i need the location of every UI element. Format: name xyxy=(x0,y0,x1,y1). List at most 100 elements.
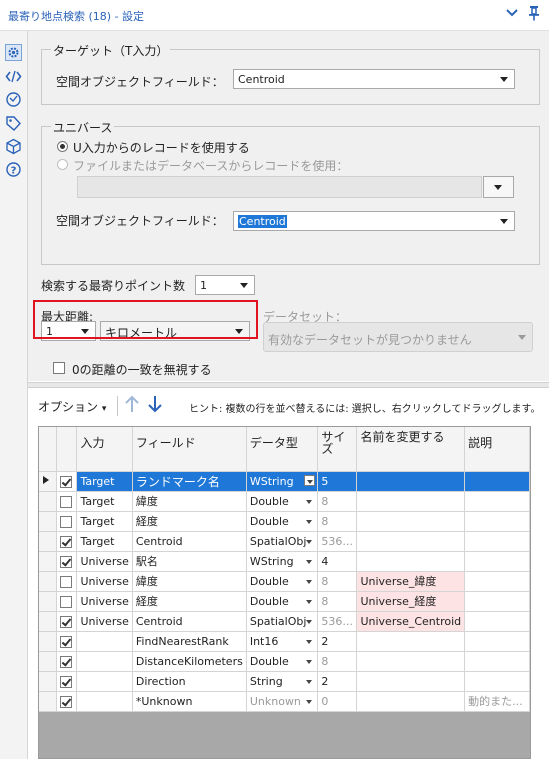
input-cell[interactable] xyxy=(76,691,133,712)
chevron-down-icon[interactable] xyxy=(304,556,315,567)
field-cell[interactable]: 緯度 xyxy=(132,571,247,592)
field-cell[interactable]: *Unknown xyxy=(132,691,247,712)
field-cell[interactable]: DistanceKilometers xyxy=(132,651,247,672)
type-cell[interactable]: Int16 xyxy=(246,631,319,652)
input-cell[interactable]: Universe xyxy=(76,551,133,572)
row-checkbox-cell[interactable] xyxy=(56,691,78,712)
row-indicator[interactable] xyxy=(39,591,57,612)
row-checkbox-cell[interactable] xyxy=(56,611,78,632)
gear-icon[interactable] xyxy=(5,44,22,61)
table-row[interactable]: *Unknown Unknown 0 動的また... xyxy=(39,691,530,712)
chevron-down-icon[interactable] xyxy=(505,6,519,20)
field-cell[interactable]: 経度 xyxy=(132,591,247,612)
row-checkbox[interactable] xyxy=(59,555,72,568)
file-browse-button[interactable] xyxy=(483,176,514,198)
input-cell[interactable]: Target xyxy=(76,511,133,532)
desc-cell[interactable] xyxy=(464,531,530,552)
type-cell[interactable]: Double xyxy=(246,511,319,532)
type-cell[interactable]: Double xyxy=(246,651,319,672)
input-cell[interactable]: Target xyxy=(76,531,133,552)
col-header-desc[interactable]: 説明 xyxy=(464,427,530,472)
size-cell[interactable]: 536... xyxy=(317,531,358,552)
field-cell[interactable]: Centroid xyxy=(132,531,247,552)
rename-cell[interactable] xyxy=(356,511,466,532)
row-checkbox[interactable] xyxy=(59,675,72,688)
row-indicator[interactable] xyxy=(39,671,57,692)
col-header-rename[interactable]: 名前を変更する xyxy=(356,427,466,472)
input-cell[interactable] xyxy=(76,631,133,652)
table-row[interactable]: Universe 緯度 Double 8 Universe_緯度 xyxy=(39,571,530,592)
size-cell[interactable]: 8 xyxy=(317,651,358,672)
row-checkbox[interactable] xyxy=(59,535,72,548)
desc-cell[interactable] xyxy=(464,551,530,572)
row-indicator[interactable] xyxy=(39,531,57,552)
desc-cell[interactable] xyxy=(464,651,530,672)
type-cell[interactable]: Double xyxy=(246,491,319,512)
table-row[interactable]: Direction String 2 xyxy=(39,671,530,692)
field-cell[interactable]: 経度 xyxy=(132,511,247,532)
pin-icon[interactable] xyxy=(527,5,541,21)
table-row[interactable]: Target 緯度 Double 8 xyxy=(39,491,530,512)
input-cell[interactable] xyxy=(76,651,133,672)
options-menu-button[interactable]: オプション ▾ xyxy=(38,398,106,415)
rename-cell[interactable] xyxy=(356,671,466,692)
universe-u-input-radio[interactable] xyxy=(57,141,68,152)
row-indicator[interactable] xyxy=(39,611,57,632)
table-row[interactable]: Universe Centroid SpatialObj 536... Universe… xyxy=(39,611,530,632)
dataset-select[interactable]: 有効なデータセットが見つかりません xyxy=(263,322,533,352)
chevron-down-icon[interactable] xyxy=(304,516,315,527)
desc-cell[interactable] xyxy=(464,571,530,592)
chevron-down-icon[interactable] xyxy=(304,474,316,486)
size-cell[interactable]: 2 xyxy=(317,671,358,692)
size-cell[interactable]: 8 xyxy=(317,511,358,532)
row-checkbox-cell[interactable] xyxy=(56,671,78,692)
row-checkbox-cell[interactable] xyxy=(56,551,78,572)
col-header-field[interactable]: フィールド xyxy=(132,427,247,472)
type-cell[interactable]: Double xyxy=(246,571,319,592)
universe-spatial-select[interactable]: Centroid xyxy=(233,211,515,231)
row-checkbox[interactable] xyxy=(59,595,72,608)
desc-cell[interactable] xyxy=(464,471,530,492)
desc-cell[interactable] xyxy=(464,611,530,632)
col-header-input[interactable]: 入力 xyxy=(76,427,133,472)
field-cell[interactable]: 駅名 xyxy=(132,551,247,572)
row-checkbox-cell[interactable] xyxy=(56,651,78,672)
table-row[interactable]: Target ランドマーク名 WString 5 xyxy=(39,471,530,492)
row-checkbox[interactable] xyxy=(59,515,72,528)
type-cell[interactable]: SpatialObj xyxy=(246,531,319,552)
size-cell[interactable]: 8 xyxy=(317,591,358,612)
desc-cell[interactable]: 動的また... xyxy=(464,691,530,712)
row-indicator[interactable] xyxy=(39,691,57,712)
size-cell[interactable]: 536... xyxy=(317,611,358,632)
cube-icon[interactable] xyxy=(5,138,22,155)
col-header-size[interactable]: サイズ xyxy=(317,427,358,472)
type-cell[interactable]: SpatialObj xyxy=(246,611,319,632)
type-cell[interactable]: WString xyxy=(246,551,319,572)
desc-cell[interactable] xyxy=(464,631,530,652)
row-checkbox[interactable] xyxy=(59,575,72,588)
input-cell[interactable]: Universe xyxy=(76,591,133,612)
type-cell[interactable]: Unknown xyxy=(246,691,319,712)
row-indicator[interactable] xyxy=(39,491,57,512)
type-cell[interactable]: Double xyxy=(246,591,319,612)
rename-cell[interactable] xyxy=(356,691,466,712)
input-cell[interactable]: Universe xyxy=(76,571,133,592)
row-checkbox-cell[interactable] xyxy=(56,631,78,652)
size-cell[interactable]: 8 xyxy=(317,491,358,512)
row-checkbox-cell[interactable] xyxy=(56,491,78,512)
desc-cell[interactable] xyxy=(464,511,530,532)
rename-cell[interactable] xyxy=(356,631,466,652)
desc-cell[interactable] xyxy=(464,491,530,512)
panel-splitter[interactable] xyxy=(28,382,549,388)
universe-file-radio[interactable] xyxy=(57,159,68,170)
row-indicator[interactable] xyxy=(39,631,57,652)
rename-cell[interactable] xyxy=(356,471,466,492)
field-cell[interactable]: ランドマーク名 xyxy=(132,471,247,492)
row-checkbox-cell[interactable] xyxy=(56,571,78,592)
size-cell[interactable]: 0 xyxy=(317,691,358,712)
rename-cell[interactable] xyxy=(356,491,466,512)
row-checkbox[interactable] xyxy=(59,615,72,628)
table-row[interactable]: Target Centroid SpatialObj 536... xyxy=(39,531,530,552)
rename-cell[interactable]: Universe_経度 xyxy=(356,591,466,612)
code-icon[interactable] xyxy=(5,68,22,85)
